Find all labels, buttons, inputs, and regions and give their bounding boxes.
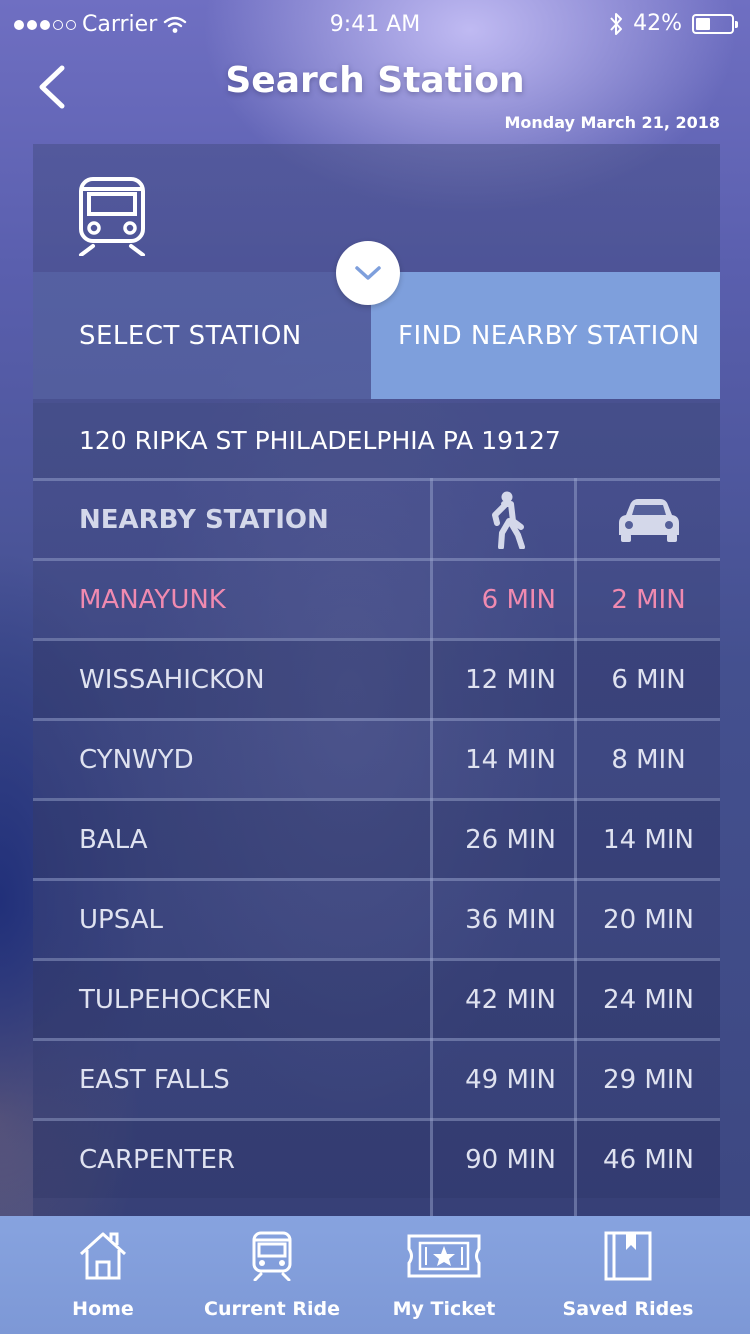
nav-home[interactable]: Home — [40, 1216, 166, 1334]
current-address: 120 RIPKA ST PHILADELPHIA PA 19127 — [33, 403, 720, 478]
nav-home-label: Home — [72, 1298, 134, 1320]
station-name: UPSAL — [79, 904, 163, 935]
nav-current-ride-label: Current Ride — [204, 1298, 340, 1320]
station-name: BALA — [79, 824, 148, 855]
page-title: Search Station — [225, 60, 525, 101]
walk-time: 12 MIN — [465, 664, 556, 695]
station-name: CARPENTER — [79, 1144, 235, 1175]
table-row[interactable]: UPSAL 36 MIN 20 MIN — [33, 878, 720, 958]
drive-time: 2 MIN — [611, 584, 686, 615]
column-header-station: NEARBY STATION — [79, 504, 329, 535]
drive-time: 46 MIN — [603, 1144, 694, 1175]
drive-time: 8 MIN — [611, 744, 686, 775]
column-header-drive — [577, 481, 720, 558]
walk-time: 26 MIN — [465, 824, 556, 855]
drive-time: 29 MIN — [603, 1064, 694, 1095]
station-name: MANAYUNK — [79, 584, 226, 615]
expand-button[interactable] — [336, 241, 400, 305]
walk-time: 14 MIN — [465, 744, 556, 775]
column-divider — [574, 478, 577, 1216]
drive-time: 14 MIN — [603, 824, 694, 855]
tab-find-label: FIND NEARBY STATION — [398, 320, 700, 351]
tab-select-station[interactable]: SELECT STATION — [33, 272, 371, 399]
car-icon — [618, 498, 679, 542]
status-bar: Carrier 9:41 AM 42% — [0, 0, 750, 50]
tab-select-label: SELECT STATION — [79, 320, 302, 351]
station-name: TULPEHOCKEN — [79, 984, 272, 1015]
nav-saved-rides-label: Saved Rides — [562, 1298, 694, 1320]
date-label: Monday March 21, 2018 — [504, 113, 720, 132]
walk-time: 36 MIN — [465, 904, 556, 935]
table-row[interactable]: MANAYUNK 6 MIN 2 MIN — [33, 558, 720, 638]
table-row[interactable]: WISSAHICKON 12 MIN 6 MIN — [33, 638, 720, 718]
drive-time: 6 MIN — [611, 664, 686, 695]
drive-time: 24 MIN — [603, 984, 694, 1015]
battery-level — [696, 17, 711, 30]
table-row[interactable]: TULPEHOCKEN 42 MIN 24 MIN — [33, 958, 720, 1038]
walk-time: 90 MIN — [465, 1144, 556, 1175]
table-row[interactable]: CARPENTER 90 MIN 46 MIN — [33, 1118, 720, 1198]
station-name: WISSAHICKON — [79, 664, 265, 695]
train-icon — [79, 177, 145, 256]
battery-icon — [692, 13, 738, 34]
walk-time: 49 MIN — [465, 1064, 556, 1095]
table-row[interactable]: CYNWYD 14 MIN 8 MIN — [33, 718, 720, 798]
nav-current-ride[interactable]: Current Ride — [200, 1216, 344, 1334]
drive-time: 20 MIN — [603, 904, 694, 935]
station-name: CYNWYD — [79, 744, 194, 775]
bookmark-book-icon — [604, 1231, 652, 1281]
station-name: EAST FALLS — [79, 1064, 230, 1095]
ticket-icon — [407, 1234, 481, 1278]
station-card: SELECT STATION FIND NEARBY STATION 120 R… — [33, 144, 720, 1216]
nav-my-ticket-label: My Ticket — [392, 1298, 496, 1320]
battery-percent: 42% — [633, 11, 682, 36]
bluetooth-icon — [610, 12, 623, 35]
column-header-walk — [433, 481, 576, 558]
table-row[interactable]: EAST FALLS 49 MIN 29 MIN — [33, 1038, 720, 1118]
table-header: NEARBY STATION — [33, 478, 720, 558]
battery-area: 42% — [609, 11, 738, 36]
train-icon — [252, 1231, 292, 1281]
walk-time: 6 MIN — [481, 584, 556, 615]
column-divider — [430, 478, 433, 1216]
table-row[interactable]: BALA 26 MIN 14 MIN — [33, 798, 720, 878]
chevron-down-icon — [355, 266, 381, 280]
nav-saved-rides[interactable]: Saved Rides — [556, 1216, 700, 1334]
walking-person-icon — [491, 491, 525, 549]
tab-find-nearby-station[interactable]: FIND NEARBY STATION — [371, 272, 720, 399]
walk-time: 42 MIN — [465, 984, 556, 1015]
nearby-stations-table: NEARBY STATION MANAYUNK 6 MIN 2 MIN WISSAH — [33, 478, 720, 1198]
home-icon — [79, 1232, 127, 1280]
nav-my-ticket[interactable]: My Ticket — [378, 1216, 510, 1334]
bottom-tab-bar: Home Current Ride My Ticket Saved Rides — [0, 1216, 750, 1334]
